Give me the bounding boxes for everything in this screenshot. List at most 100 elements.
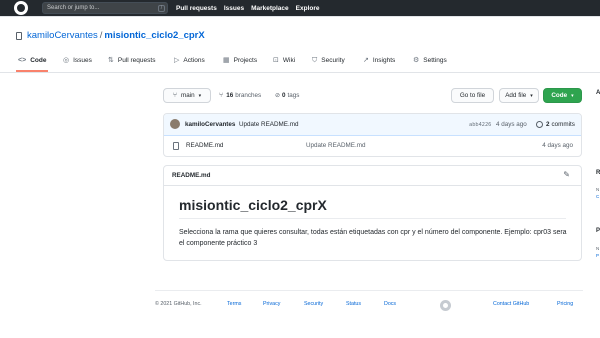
tags-label: tags <box>287 92 300 99</box>
code-icon: <> <box>18 57 27 64</box>
sidebar-text-partial: N <box>596 246 600 251</box>
repo-icon <box>16 31 22 40</box>
branches-count: 16 <box>226 92 234 99</box>
commits-count: 2 <box>546 121 550 128</box>
avatar[interactable] <box>170 119 180 129</box>
tab-label: Settings <box>423 57 447 64</box>
repo-owner-link[interactable]: kamiloCervantes <box>27 30 98 41</box>
branches-label: branches <box>235 92 262 99</box>
tab-label: Projects <box>233 57 258 64</box>
issue-icon: ◎ <box>63 57 70 64</box>
readme-divider <box>179 218 566 219</box>
table-row: README.md Update README.md 4 days ago <box>164 136 581 156</box>
tags-link[interactable]: ⊘ 0 tags <box>275 92 299 99</box>
tab-label: Actions <box>183 57 205 64</box>
sidebar-text-partial: N <box>596 187 600 192</box>
commit-sha-link[interactable]: abb4226 <box>469 122 491 128</box>
commit-author-link[interactable]: kamiloCervantes <box>185 121 235 128</box>
commit-message-link[interactable]: Update README.md <box>239 121 299 128</box>
branches-link[interactable]: ⑂ 16 branches <box>219 92 261 99</box>
tags-count: 0 <box>282 92 286 99</box>
tab-security[interactable]: ⛉ Security <box>312 57 345 64</box>
footer-copyright: © 2021 GitHub, Inc. <box>155 301 202 307</box>
sidebar-link-partial[interactable]: P <box>596 253 599 258</box>
nav-pull-requests[interactable]: Pull requests <box>176 5 217 12</box>
commit-time: 4 days ago <box>496 121 527 128</box>
file-list: kamiloCervantes Update README.md abb4226… <box>163 113 582 157</box>
file-icon <box>173 142 179 150</box>
play-icon: ▷ <box>174 57 180 64</box>
caret-down-icon: ▾ <box>530 92 533 99</box>
caret-down-icon: ▾ <box>198 92 202 99</box>
footer-link-contact[interactable]: Contact GitHub <box>493 301 529 307</box>
tab-settings[interactable]: ⚙ Settings <box>413 57 447 64</box>
graph-icon: ↗ <box>363 57 369 64</box>
pull-request-icon: ⇅ <box>108 57 114 64</box>
tab-label: Security <box>321 57 345 64</box>
repo-tabs: <> Code ◎ Issues ⇅ Pull requests ▷ Actio… <box>0 51 600 73</box>
footer-link-docs[interactable]: Docs <box>384 301 396 307</box>
footer-link-terms[interactable]: Terms <box>227 301 241 307</box>
readme-title: misiontic_ciclo2_cprX <box>179 197 327 213</box>
caret-down-icon: ▾ <box>571 92 574 99</box>
tab-actions[interactable]: ▷ Actions <box>174 57 205 64</box>
footer-link-status[interactable]: Status <box>346 301 361 307</box>
nav-explore[interactable]: Explore <box>296 5 320 12</box>
sidebar-heading-partial: R <box>596 170 600 176</box>
code-button-label: Code <box>551 92 568 99</box>
tab-wiki[interactable]: ⊡ Wiki <box>273 57 295 64</box>
nav-issues[interactable]: Issues <box>224 5 244 12</box>
tab-label: Code <box>30 57 47 64</box>
shield-icon: ⛉ <box>312 57 318 64</box>
book-icon: ⊡ <box>273 57 279 64</box>
go-to-file-button[interactable]: Go to file <box>451 88 494 103</box>
code-button[interactable]: Code ▾ <box>543 88 582 103</box>
global-header: Search or jump to... / Pull requests Iss… <box>0 0 600 16</box>
sidebar-link-partial[interactable]: C <box>596 194 599 199</box>
file-commit-message-link[interactable]: Update README.md <box>306 142 366 149</box>
commits-label: commits <box>551 121 575 128</box>
readme-box: README.md ✎ misiontic_ciclo2_cprX Selecc… <box>163 165 582 261</box>
tab-label: Insights <box>372 57 396 64</box>
tab-label: Issues <box>73 57 92 64</box>
tab-label: Wiki <box>282 57 296 64</box>
footer-link-security[interactable]: Security <box>304 301 323 307</box>
tab-code[interactable]: <> Code <box>15 57 49 72</box>
tag-icon: ⊘ <box>275 93 281 99</box>
pencil-icon[interactable]: ✎ <box>563 171 570 179</box>
history-icon <box>536 121 543 128</box>
slash-shortcut-icon: / <box>158 5 165 12</box>
branch-select-button[interactable]: ⑂ main ▾ <box>163 88 211 103</box>
github-logo-icon[interactable] <box>14 1 28 15</box>
tab-label: Pull requests <box>117 57 156 64</box>
readme-paragraph: Selecciona la rama que quieres consultar… <box>179 229 567 247</box>
branch-icon: ⑂ <box>172 92 178 99</box>
branch-name: main <box>181 92 195 99</box>
github-footer-logo-icon[interactable] <box>440 300 451 311</box>
readme-header: README.md ✎ <box>164 166 581 186</box>
search-placeholder: Search or jump to... <box>47 5 100 11</box>
tab-insights[interactable]: ↗ Insights <box>363 57 395 64</box>
branch-icon: ⑂ <box>219 92 224 99</box>
about-heading-partial: A <box>596 90 600 96</box>
footer-link-privacy[interactable]: Privacy <box>263 301 280 307</box>
sidebar-heading-partial: P <box>596 228 600 234</box>
header-divider <box>0 16 600 17</box>
add-file-button[interactable]: Add file ▾ <box>499 88 539 103</box>
nav-marketplace[interactable]: Marketplace <box>251 5 289 12</box>
repo-name-link[interactable]: misiontic_ciclo2_cprX <box>104 30 204 41</box>
search-input[interactable]: Search or jump to... / <box>42 2 168 14</box>
tab-issues[interactable]: ◎ Issues <box>63 57 92 64</box>
repo-separator: / <box>99 30 103 41</box>
tab-projects[interactable]: ▦ Projects <box>223 57 257 64</box>
file-name-link[interactable]: README.md <box>186 142 223 149</box>
project-icon: ▦ <box>223 57 230 64</box>
add-file-label: Add file <box>505 92 527 99</box>
tab-pull-requests[interactable]: ⇅ Pull requests <box>108 57 155 64</box>
footer-divider <box>155 290 583 291</box>
gear-icon: ⚙ <box>413 57 420 64</box>
commits-link[interactable]: 2 commits <box>536 121 575 128</box>
readme-file-label: README.md <box>172 172 211 179</box>
file-commit-time: 4 days ago <box>542 142 573 149</box>
footer-link-pricing[interactable]: Pricing <box>557 301 573 307</box>
